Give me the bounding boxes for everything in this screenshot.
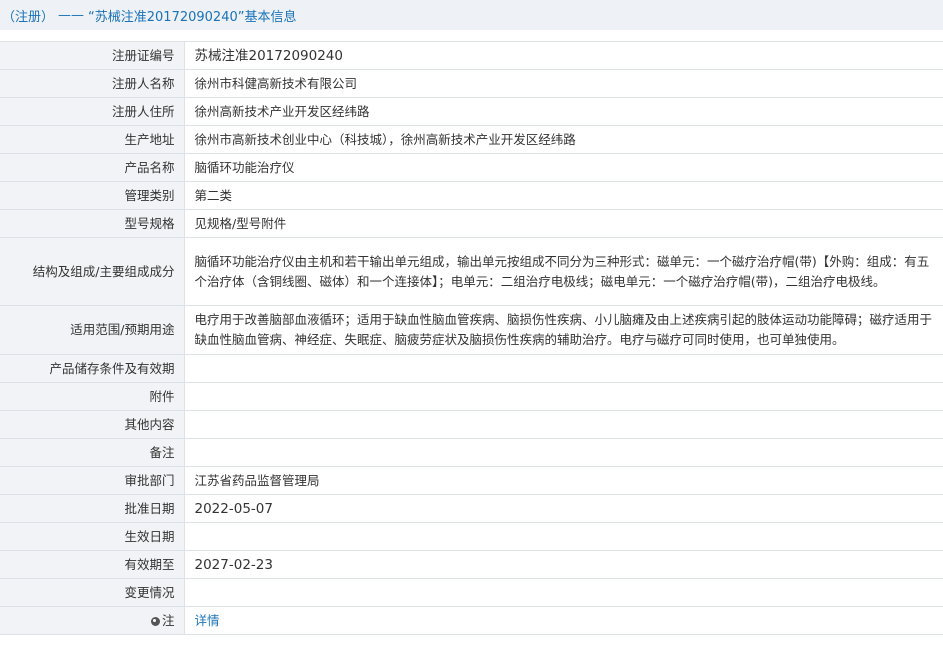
table-row: 结构及组成/主要组成成分 脑循环功能治疗仪由主机和若干输出单元组成，输出单元按组… xyxy=(0,237,943,306)
row-label-attachment: 附件 xyxy=(0,382,185,411)
info-pin-icon xyxy=(150,616,160,626)
row-value-registrant-address: 徐州高新技术产业开发区经纬路 xyxy=(184,97,943,126)
header-prefix: （注册） xyxy=(2,9,55,25)
row-value-registrant-name: 徐州市科健高新技术有限公司 xyxy=(184,69,943,98)
header-title: “苏械注准20172090240”基本信息 xyxy=(88,9,297,25)
row-value-production-address: 徐州市高新技术创业中心（科技城），徐州高新技术产业开发区经纬路 xyxy=(184,125,943,154)
row-label-other: 其他内容 xyxy=(0,410,185,439)
table-row: 注册人名称 徐州市科健高新技术有限公司 xyxy=(0,69,943,98)
info-table: 注册证编号 苏械注准20172090240 注册人名称 徐州市科健高新技术有限公… xyxy=(0,41,943,635)
table-row: 备注 xyxy=(0,438,943,467)
row-label-valid-until: 有效期至 xyxy=(0,550,185,579)
table-row: 注册人住所 徐州高新技术产业开发区经纬路 xyxy=(0,97,943,126)
header-dash: —— xyxy=(58,7,85,23)
row-value-management-category: 第二类 xyxy=(184,181,943,210)
table-row: 生产地址 徐州市高新技术创业中心（科技城），徐州高新技术产业开发区经纬路 xyxy=(0,125,943,154)
row-value-valid-until: 2027-02-23 xyxy=(184,550,943,579)
table-row: 生效日期 xyxy=(0,522,943,551)
table-row: 适用范围/预期用途 电疗用于改善脑部血液循环；适用于缺血性脑血管疾病、脑损伤性疾… xyxy=(0,305,943,355)
row-value-other xyxy=(184,410,943,439)
row-label-model-spec: 型号规格 xyxy=(0,209,185,238)
table-row: 注 详情 xyxy=(0,606,943,635)
row-label-remarks: 备注 xyxy=(0,438,185,467)
row-label-registrant-address: 注册人住所 xyxy=(0,97,185,126)
table-row: 其他内容 xyxy=(0,410,943,439)
table-row: 审批部门 江苏省药品监督管理局 xyxy=(0,466,943,495)
row-value-attachment xyxy=(184,382,943,411)
row-value-product-name: 脑循环功能治疗仪 xyxy=(184,153,943,182)
table-row: 管理类别 第二类 xyxy=(0,181,943,210)
row-label-approval-dept: 审批部门 xyxy=(0,466,185,495)
row-label-registrant-name: 注册人名称 xyxy=(0,69,185,98)
row-value-intended-use: 电疗用于改善脑部血液循环；适用于缺血性脑血管疾病、脑损伤性疾病、小儿脑瘫及由上述… xyxy=(184,305,943,355)
row-label-storage: 产品储存条件及有效期 xyxy=(0,354,185,383)
row-label-changes: 变更情况 xyxy=(0,578,185,607)
table-row: 产品储存条件及有效期 xyxy=(0,354,943,383)
table-row: 附件 xyxy=(0,382,943,411)
row-value-note: 详情 xyxy=(184,606,943,635)
table-row: 产品名称 脑循环功能治疗仪 xyxy=(0,153,943,182)
row-label-note: 注 xyxy=(0,606,185,635)
row-value-changes xyxy=(184,578,943,607)
table-row: 型号规格 见规格/型号附件 xyxy=(0,209,943,238)
row-value-registration-number: 苏械注准20172090240 xyxy=(184,41,943,70)
row-value-approval-dept: 江苏省药品监督管理局 xyxy=(184,466,943,495)
row-value-approval-date: 2022-05-07 xyxy=(184,494,943,523)
table-row: 变更情况 xyxy=(0,578,943,607)
row-value-structure: 脑循环功能治疗仪由主机和若干输出单元组成，输出单元按组成不同分为三种形式：磁单元… xyxy=(184,237,943,306)
row-value-remarks xyxy=(184,438,943,467)
page-header: （注册） —— “苏械注准20172090240”基本信息 xyxy=(0,0,943,30)
row-label-management-category: 管理类别 xyxy=(0,181,185,210)
note-label: 注 xyxy=(161,612,175,628)
row-value-storage xyxy=(184,354,943,383)
row-label-effective-date: 生效日期 xyxy=(0,522,185,551)
row-label-approval-date: 批准日期 xyxy=(0,494,185,523)
row-value-effective-date xyxy=(184,522,943,551)
row-value-model-spec: 见规格/型号附件 xyxy=(184,209,943,238)
details-link[interactable]: 详情 xyxy=(195,613,220,628)
row-label-production-address: 生产地址 xyxy=(0,125,185,154)
row-label-intended-use: 适用范围/预期用途 xyxy=(0,305,185,355)
row-label-registration-number: 注册证编号 xyxy=(0,41,185,70)
table-row: 注册证编号 苏械注准20172090240 xyxy=(0,41,943,70)
table-row: 批准日期 2022-05-07 xyxy=(0,494,943,523)
row-label-product-name: 产品名称 xyxy=(0,153,185,182)
row-label-structure: 结构及组成/主要组成成分 xyxy=(0,237,185,306)
table-row: 有效期至 2027-02-23 xyxy=(0,550,943,579)
